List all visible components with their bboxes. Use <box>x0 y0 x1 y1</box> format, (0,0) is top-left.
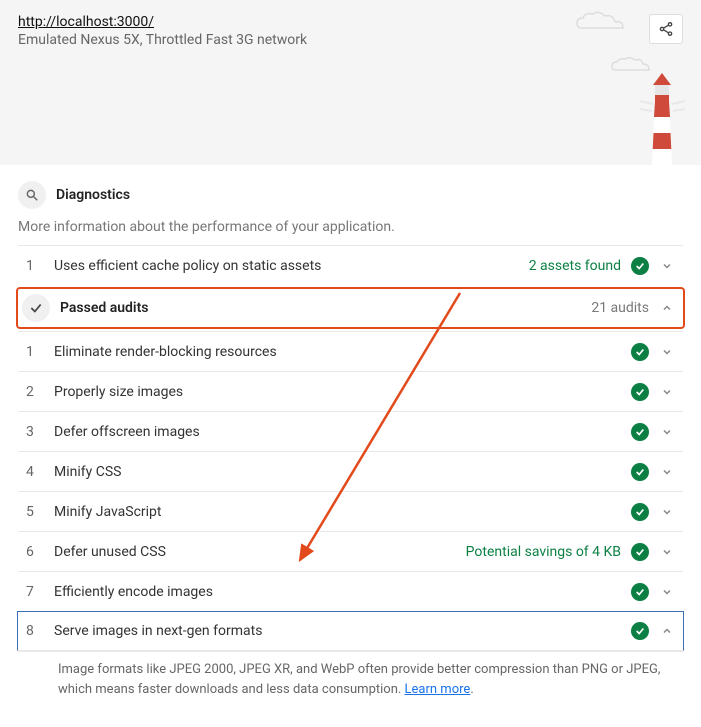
audit-title: Minify JavaScript <box>54 504 631 520</box>
audit-title: Serve images in next-gen formats <box>54 623 631 639</box>
audit-title: Defer offscreen images <box>54 424 631 440</box>
audit-number: 1 <box>20 344 54 360</box>
audit-title: Properly size images <box>54 384 631 400</box>
audit-row[interactable]: 1Eliminate render-blocking resources <box>18 331 683 371</box>
audit-row[interactable]: 6Defer unused CSSPotential savings of 4 … <box>18 531 683 571</box>
chevron-up-icon[interactable] <box>659 302 675 314</box>
audit-title: Uses efficient cache policy on static as… <box>54 258 529 274</box>
magnifier-icon <box>18 181 46 209</box>
audit-title: Defer unused CSS <box>54 544 466 560</box>
audit-meta: 2 assets found <box>529 258 621 274</box>
audit-number: 1 <box>20 258 54 274</box>
chevron-up-icon[interactable] <box>659 625 675 637</box>
cloud-icon <box>571 10 631 34</box>
passed-audits-header[interactable]: Passed audits 21 audits <box>16 287 685 329</box>
diagnostics-header: Diagnostics <box>18 165 683 215</box>
passed-audits-list: 1Eliminate render-blocking resources2Pro… <box>18 331 683 651</box>
audit-number: 3 <box>20 424 54 440</box>
chevron-down-icon[interactable] <box>659 346 675 358</box>
pass-icon <box>631 257 649 275</box>
audit-title: Efficiently encode images <box>54 584 631 600</box>
chevron-down-icon[interactable] <box>659 260 675 272</box>
audit-row[interactable]: 4Minify CSS <box>18 451 683 491</box>
audit-number: 7 <box>20 584 54 600</box>
chevron-down-icon[interactable] <box>659 586 675 598</box>
pass-icon <box>631 343 649 361</box>
audit-row[interactable]: 2Properly size images <box>18 371 683 411</box>
audit-row[interactable]: 1 Uses efficient cache policy on static … <box>18 245 683 285</box>
pass-icon <box>631 543 649 561</box>
audit-number: 4 <box>20 464 54 480</box>
report-header: http://localhost:3000/ Emulated Nexus 5X… <box>0 0 701 165</box>
audit-number: 2 <box>20 384 54 400</box>
audit-number: 5 <box>20 504 54 520</box>
chevron-down-icon[interactable] <box>659 506 675 518</box>
audit-meta: Potential savings of 4 KB <box>466 544 621 560</box>
report-content: Diagnostics More information about the p… <box>0 165 701 727</box>
audit-row[interactable]: 7Efficiently encode images <box>18 571 683 611</box>
pass-icon <box>631 383 649 401</box>
diagnostics-title: Diagnostics <box>56 187 130 203</box>
audit-row[interactable]: 8Serve images in next-gen formats <box>17 611 684 651</box>
chevron-down-icon[interactable] <box>659 426 675 438</box>
pass-icon <box>631 583 649 601</box>
pass-icon <box>631 463 649 481</box>
pass-icon <box>631 622 649 640</box>
diagnostics-description: More information about the performance o… <box>18 219 683 235</box>
audit-title: Minify CSS <box>54 464 631 480</box>
passed-audits-count: 21 audits <box>591 300 649 316</box>
pass-icon <box>631 503 649 521</box>
audit-row[interactable]: 5Minify JavaScript <box>18 491 683 531</box>
passed-audits-title: Passed audits <box>60 300 591 316</box>
report-subtitle: Emulated Nexus 5X, Throttled Fast 3G net… <box>18 32 683 48</box>
check-icon <box>22 294 50 322</box>
chevron-down-icon[interactable] <box>659 546 675 558</box>
audit-detail: Image formats like JPEG 2000, JPEG XR, a… <box>18 651 683 707</box>
audit-number: 8 <box>20 623 54 639</box>
chevron-down-icon[interactable] <box>659 386 675 398</box>
audit-number: 6 <box>20 544 54 560</box>
audit-row[interactable]: 3Defer offscreen images <box>18 411 683 451</box>
chevron-down-icon[interactable] <box>659 466 675 478</box>
lighthouse-icon <box>639 55 685 165</box>
audit-detail-text: Image formats like JPEG 2000, JPEG XR, a… <box>58 662 660 697</box>
learn-more-link[interactable]: Learn more <box>405 682 471 697</box>
share-icon <box>658 21 674 37</box>
pass-icon <box>631 423 649 441</box>
share-button[interactable] <box>649 14 683 44</box>
audit-title: Eliminate render-blocking resources <box>54 344 631 360</box>
